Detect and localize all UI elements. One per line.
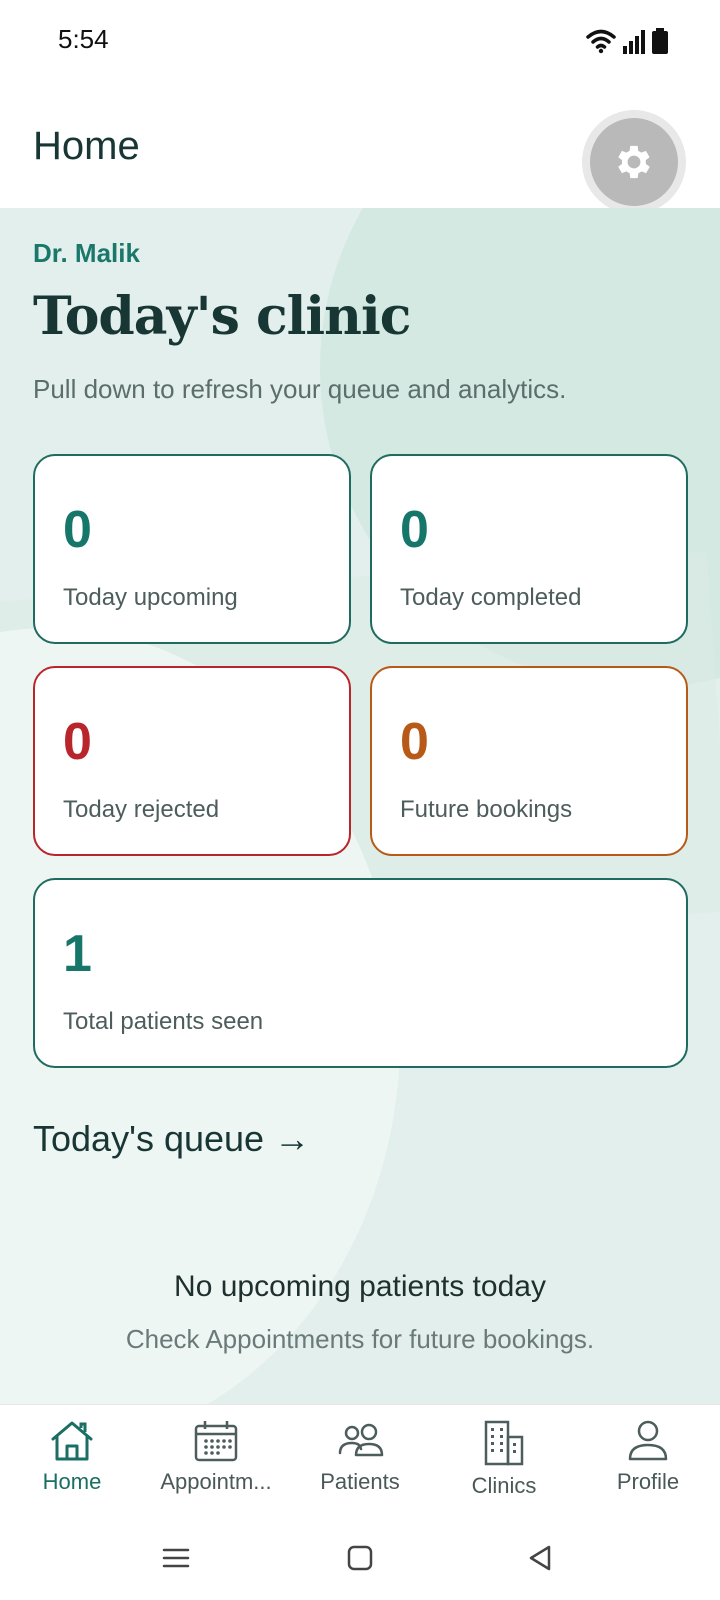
people-icon bbox=[338, 1423, 384, 1457]
nav-label-home: Home bbox=[42, 1469, 102, 1494]
calendar-icon bbox=[194, 1421, 238, 1462]
nav-item-clinics[interactable]: Clinics bbox=[432, 1419, 576, 1509]
stat-label: Today completed bbox=[400, 584, 582, 611]
settings-button[interactable] bbox=[582, 110, 686, 214]
nav-item-profile[interactable]: Profile bbox=[576, 1419, 720, 1509]
empty-state-title: No upcoming patients today bbox=[174, 1270, 546, 1303]
back-triangle-icon bbox=[529, 1545, 551, 1571]
app-bar: Home bbox=[0, 80, 720, 214]
nav-label-profile: Profile bbox=[616, 1469, 680, 1494]
page-title: Home bbox=[33, 124, 140, 168]
wifi-icon bbox=[586, 29, 616, 54]
stat-value: 0 bbox=[63, 713, 92, 771]
nav-item-patients[interactable]: Patients bbox=[288, 1419, 432, 1509]
building-icon bbox=[484, 1420, 524, 1466]
nav-item-appointments[interactable]: Appointm... bbox=[144, 1419, 288, 1509]
battery-icon bbox=[652, 28, 668, 54]
system-nav-bar bbox=[0, 1512, 720, 1600]
signal-icon bbox=[623, 30, 645, 54]
settings-button-inner[interactable] bbox=[590, 118, 678, 206]
stat-value: 1 bbox=[63, 925, 92, 983]
stat-label: Future bookings bbox=[400, 796, 573, 823]
system-back-button[interactable] bbox=[516, 1534, 564, 1582]
hero-title: Today's clinic bbox=[33, 286, 411, 347]
status-time: 5:54 bbox=[58, 24, 109, 54]
bottom-nav: Home Appointm... Patients Clinics Profil… bbox=[0, 1404, 720, 1512]
menu-icon bbox=[162, 1548, 190, 1568]
stat-label: Total patients seen bbox=[63, 1008, 264, 1035]
stat-card-today-rejected[interactable]: 0 Today rejected bbox=[33, 666, 351, 856]
system-home-button[interactable] bbox=[336, 1534, 384, 1582]
stat-card-future-bookings[interactable]: 0 Future bookings bbox=[370, 666, 688, 856]
nav-item-home[interactable]: Home bbox=[0, 1419, 144, 1509]
recent-apps-button[interactable] bbox=[152, 1534, 200, 1582]
stat-value: 0 bbox=[63, 501, 92, 559]
main-content[interactable]: Dr. Malik Today's clinic Pull down to re… bbox=[0, 208, 720, 1404]
stat-card-today-completed[interactable]: 0 Today completed bbox=[370, 454, 688, 644]
stat-card-total-patients-seen[interactable]: 1 Total patients seen bbox=[33, 878, 688, 1068]
todays-queue-link[interactable]: Today's queue → bbox=[33, 1118, 310, 1160]
gear-icon bbox=[618, 145, 650, 179]
status-bar: 5:54 bbox=[0, 0, 720, 80]
nav-label-patients: Patients bbox=[320, 1469, 400, 1494]
empty-state-subtitle: Check Appointments for future bookings. bbox=[125, 1324, 595, 1354]
home-icon bbox=[51, 1421, 93, 1461]
person-icon bbox=[628, 1420, 668, 1461]
stat-value: 0 bbox=[400, 713, 429, 771]
home-square-icon bbox=[347, 1545, 373, 1571]
stat-value: 0 bbox=[400, 501, 429, 559]
nav-label-clinics: Clinics bbox=[471, 1473, 537, 1498]
stat-label: Today upcoming bbox=[63, 584, 238, 611]
status-icons bbox=[586, 26, 668, 54]
stat-label: Today rejected bbox=[63, 796, 220, 823]
hero-subtitle: Pull down to refresh your queue and anal… bbox=[33, 374, 567, 404]
stat-card-today-upcoming[interactable]: 0 Today upcoming bbox=[33, 454, 351, 644]
nav-label-appointments: Appointm... bbox=[160, 1469, 272, 1494]
doctor-name: Dr. Malik bbox=[33, 238, 140, 268]
